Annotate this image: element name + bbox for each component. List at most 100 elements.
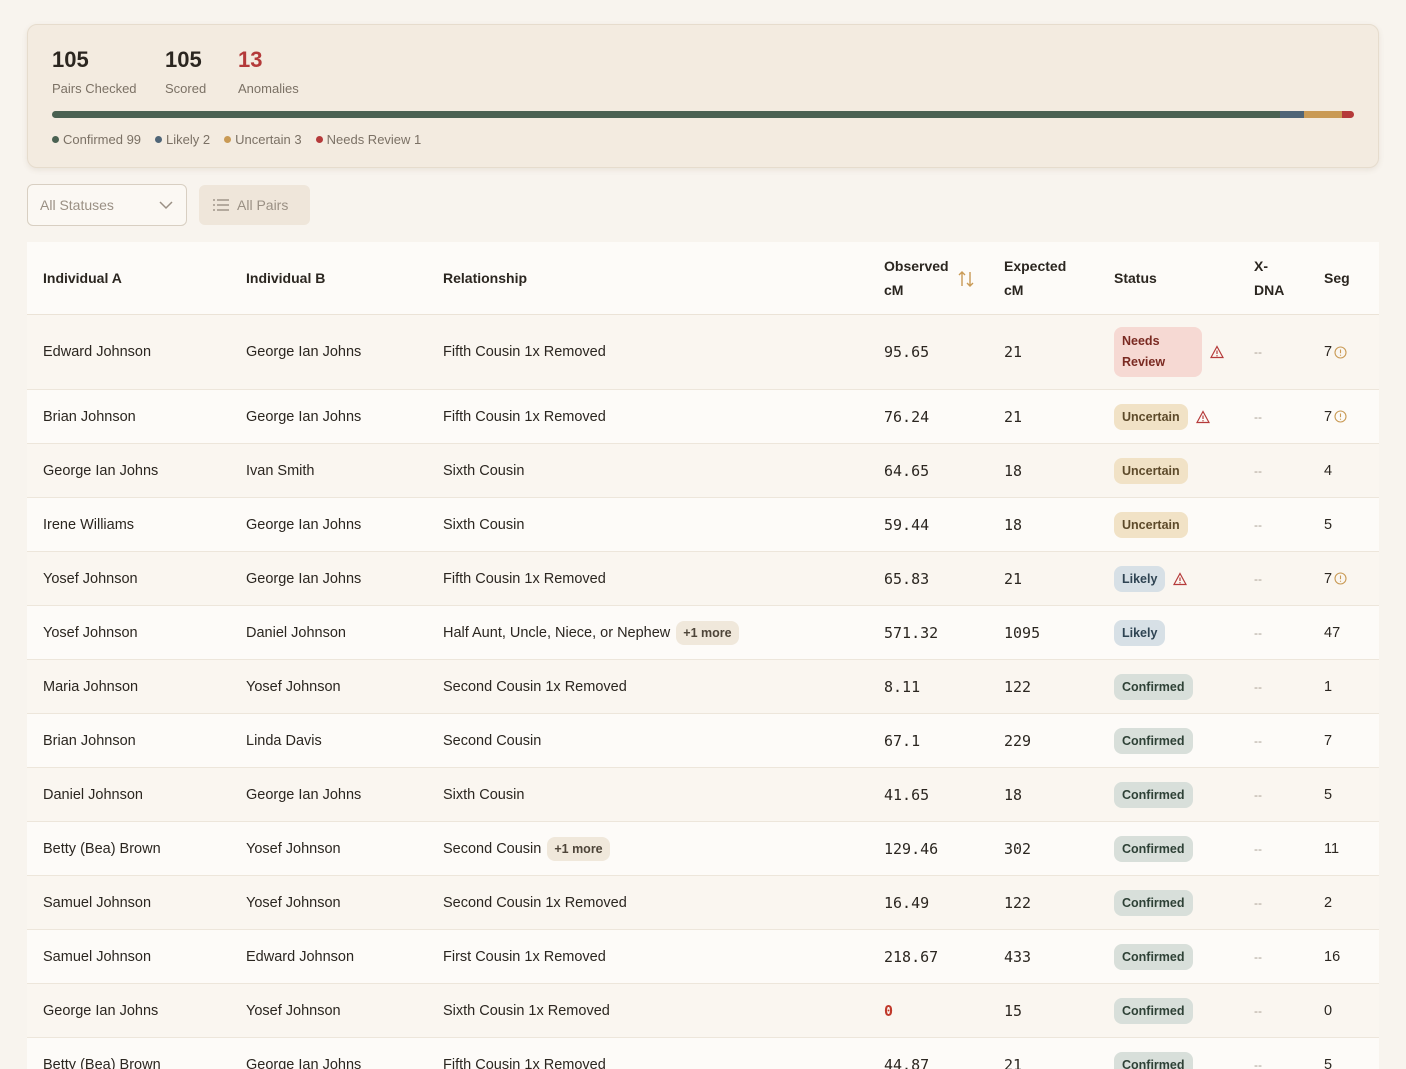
individual-b: George Ian Johns — [246, 344, 362, 360]
legend-label: Likely 2 — [166, 132, 211, 147]
status-badge: Confirmed — [1114, 727, 1193, 754]
individual-a-cell: Betty (Bea) Brown — [43, 1038, 161, 1069]
observed-cm-cell: 16.49 — [884, 876, 929, 929]
individual-a-cell: Brian Johnson — [43, 714, 136, 767]
header-individual-b[interactable]: Individual B — [246, 266, 325, 290]
relationship: Second Cousin — [443, 840, 542, 857]
relationship: Second Cousin 1x Removed — [443, 678, 627, 695]
legend-dot-icon — [224, 136, 232, 143]
x-dna-value: -- — [1254, 841, 1262, 856]
table-row[interactable]: Betty (Bea) Brown Yosef Johnson Second Cou… — [27, 822, 1379, 876]
status-cell: Confirmed — [1114, 984, 1193, 1037]
status-filter-select[interactable]: All Statuses — [27, 184, 187, 226]
seg-cell: 7 — [1324, 714, 1332, 767]
table-row[interactable]: Edward Johnson George Ian Johns Fifth Cous… — [27, 315, 1379, 390]
table-row[interactable]: Betty (Bea) Brown George Ian Johns Fifth C… — [27, 1038, 1379, 1069]
relationship-cell: Second Cousin +1 more — [443, 822, 610, 875]
table-row[interactable]: Brian Johnson George Ian Johns Fifth Cousi… — [27, 390, 1379, 444]
seg-cell: 16 — [1324, 930, 1340, 983]
relationship-cell: Sixth Cousin 1x Removed — [443, 984, 610, 1037]
relationship: Sixth Cousin — [443, 516, 525, 533]
status-cell: Confirmed — [1114, 714, 1193, 767]
header-seg[interactable]: Seg — [1324, 266, 1350, 290]
status-badge: Needs Review — [1114, 327, 1202, 377]
status-cell: Needs Review — [1114, 315, 1224, 389]
seg-count: 0 — [1324, 1002, 1333, 1019]
individual-b-cell: George Ian Johns — [246, 1038, 361, 1069]
header-observed-cm[interactable]: Observed cM — [884, 254, 949, 302]
seg-count: 7 — [1324, 732, 1333, 749]
table-row[interactable]: Samuel Johnson Edward Johnson First Cousin… — [27, 930, 1379, 984]
status-cell: Confirmed — [1114, 1038, 1193, 1069]
header-x-dna-line1: X- — [1254, 258, 1268, 274]
seg-cell: 5 — [1324, 768, 1332, 821]
individual-a: Brian Johnson — [43, 408, 136, 425]
x-dna-cell: -- — [1254, 552, 1262, 605]
header-expected-line2: cM — [1004, 282, 1024, 298]
table-row[interactable]: Brian Johnson Linda Davis Second Cousin 67.… — [27, 714, 1379, 768]
info-icon[interactable] — [1334, 572, 1347, 585]
sort-icon[interactable] — [958, 270, 974, 288]
status-cell: Uncertain — [1114, 390, 1210, 443]
relationship: Second Cousin 1x Removed — [443, 894, 627, 911]
more-relationships-badge[interactable]: +1 more — [547, 836, 610, 861]
header-relationship[interactable]: Relationship — [443, 266, 527, 290]
table-row[interactable]: Maria Johnson Yosef Johnson Second Cousin … — [27, 660, 1379, 714]
header-x-dna[interactable]: X- DNA — [1254, 254, 1284, 302]
legend-dot-icon — [52, 136, 59, 143]
individual-b: Yosef Johnson — [246, 894, 341, 911]
individual-a-cell: Betty (Bea) Brown — [43, 822, 161, 875]
individual-b: Yosef Johnson — [246, 678, 341, 695]
seg-count: 47 — [1324, 624, 1341, 641]
relationship-cell: Fifth Cousin 1x Removed — [443, 315, 606, 389]
observed-cm-cell: 0 — [884, 984, 893, 1037]
table-row[interactable]: Yosef Johnson George Ian Johns Fifth Cousi… — [27, 552, 1379, 606]
individual-a: Edward Johnson — [43, 344, 152, 360]
table-row[interactable]: Samuel Johnson Yosef Johnson Second Cousin… — [27, 876, 1379, 930]
individual-a-cell: Brian Johnson — [43, 390, 136, 443]
header-individual-a[interactable]: Individual A — [43, 266, 122, 290]
header-status[interactable]: Status — [1114, 266, 1157, 290]
individual-a-cell: George Ian Johns — [43, 984, 158, 1037]
individual-b: George Ian Johns — [246, 516, 362, 533]
observed-cm: 8.11 — [884, 677, 921, 696]
all-pairs-label: All Pairs — [237, 197, 289, 213]
expected-cm: 21 — [1004, 1055, 1023, 1069]
seg-cell: 5 — [1324, 498, 1332, 551]
expected-cm: 18 — [1004, 515, 1023, 534]
info-icon[interactable] — [1334, 410, 1347, 423]
individual-b-cell: Daniel Johnson — [246, 606, 346, 659]
expected-cm: 433 — [1004, 947, 1032, 966]
expected-cm-cell: 1095 — [1004, 606, 1040, 659]
status-badge: Likely — [1114, 619, 1166, 646]
table-row[interactable]: Irene Williams George Ian Johns Sixth Cous… — [27, 498, 1379, 552]
status-badge: Confirmed — [1114, 673, 1193, 700]
individual-a-cell: Maria Johnson — [43, 660, 138, 713]
individual-a: George Ian Johns — [43, 1002, 159, 1019]
expected-cm-cell: 122 — [1004, 660, 1031, 713]
x-dna-value: -- — [1254, 517, 1262, 532]
table-row[interactable]: Daniel Johnson George Ian Johns Sixth Cous… — [27, 768, 1379, 822]
expected-cm-cell: 122 — [1004, 876, 1031, 929]
individual-b-cell: Yosef Johnson — [246, 876, 341, 929]
info-icon[interactable] — [1334, 345, 1347, 359]
individual-b-cell: George Ian Johns — [246, 315, 361, 389]
status-cell: Confirmed — [1114, 660, 1193, 713]
status-badge: Uncertain — [1114, 403, 1188, 430]
table-row[interactable]: George Ian Johns Yosef Johnson Sixth Cousi… — [27, 984, 1379, 1038]
relationship-cell: Second Cousin 1x Removed — [443, 660, 627, 713]
status-badge: Uncertain — [1114, 457, 1188, 484]
relationship: Sixth Cousin — [443, 786, 525, 803]
table-row[interactable]: Yosef Johnson Daniel Johnson Half Aunt, Un… — [27, 606, 1379, 660]
observed-cm: 571.32 — [884, 623, 939, 642]
all-pairs-button[interactable]: All Pairs — [199, 185, 310, 225]
observed-cm-cell: 76.24 — [884, 390, 929, 443]
table-row[interactable]: George Ian Johns Ivan Smith Sixth Cousin 64… — [27, 444, 1379, 498]
expected-cm-cell: 21 — [1004, 315, 1022, 389]
warning-icon — [1195, 409, 1210, 423]
relationship-cell: Half Aunt, Uncle, Niece, or Nephew +1 mor… — [443, 606, 739, 659]
header-expected-cm[interactable]: Expected cM — [1004, 254, 1066, 302]
observed-cm: 76.24 — [884, 407, 930, 426]
scored-count: 105 — [165, 47, 202, 72]
more-relationships-badge[interactable]: +1 more — [676, 620, 739, 645]
